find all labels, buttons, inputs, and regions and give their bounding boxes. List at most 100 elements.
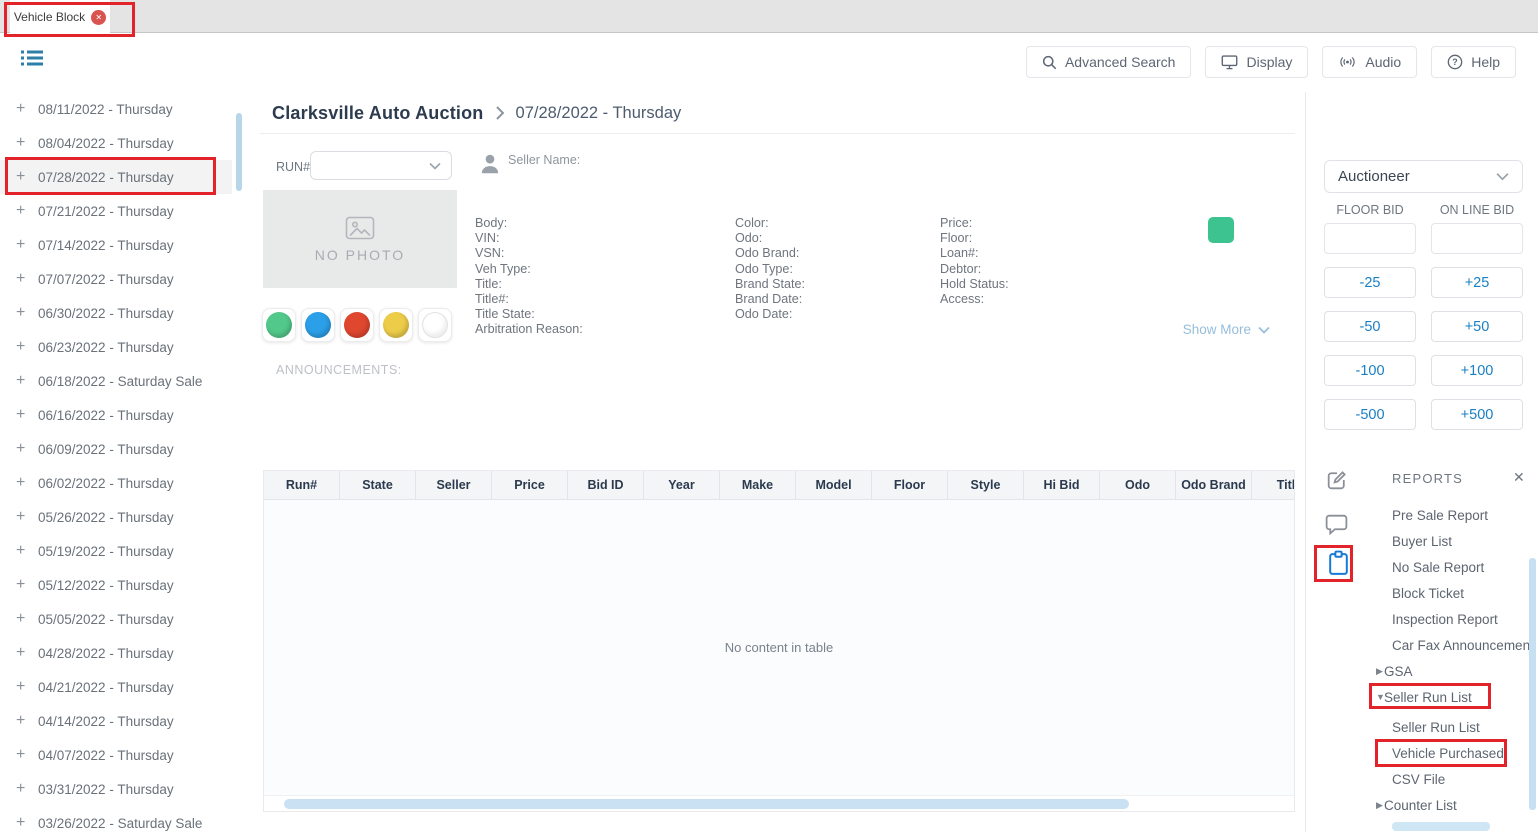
expand-plus-icon[interactable]: + bbox=[16, 305, 38, 321]
online-bid-increment-button[interactable]: +25 bbox=[1431, 267, 1523, 298]
expand-plus-icon[interactable]: + bbox=[16, 509, 38, 525]
floor-bid-decrement-button[interactable]: -500 bbox=[1324, 399, 1416, 430]
table-column-header[interactable]: Price bbox=[492, 471, 568, 499]
expand-plus-icon[interactable]: + bbox=[16, 713, 38, 729]
expand-plus-icon[interactable]: + bbox=[16, 815, 38, 831]
table-column-header[interactable]: Run# bbox=[264, 471, 340, 499]
sidebar-item-sale-date[interactable]: +04/21/2022 - Thursday bbox=[0, 670, 232, 704]
report-item[interactable]: Block Ticket bbox=[1368, 580, 1538, 606]
floor-bid-decrement-button[interactable]: -25 bbox=[1324, 267, 1416, 298]
sidebar-item-sale-date[interactable]: +08/04/2022 - Thursday bbox=[0, 126, 232, 160]
floor-bid-decrement-button[interactable]: -100 bbox=[1324, 355, 1416, 386]
expand-plus-icon[interactable]: + bbox=[16, 169, 38, 185]
sidebar-item-sale-date[interactable]: +03/26/2022 - Saturday Sale bbox=[0, 806, 232, 832]
expand-plus-icon[interactable]: + bbox=[16, 781, 38, 797]
expand-plus-icon[interactable]: + bbox=[16, 101, 38, 117]
table-column-header[interactable]: Model bbox=[796, 471, 872, 499]
expand-plus-icon[interactable]: + bbox=[16, 407, 38, 423]
reports-hscroll-thumb[interactable] bbox=[1392, 822, 1490, 831]
floor-bid-decrement-button[interactable]: -50 bbox=[1324, 311, 1416, 342]
sidebar-item-sale-date[interactable]: +05/12/2022 - Thursday bbox=[0, 568, 232, 602]
expand-plus-icon[interactable]: + bbox=[16, 577, 38, 593]
table-column-header[interactable]: Odo Brand bbox=[1176, 471, 1252, 499]
report-group[interactable]: ▶Counter List bbox=[1368, 792, 1538, 818]
expand-plus-icon[interactable]: + bbox=[16, 645, 38, 661]
table-column-header[interactable]: Bid ID bbox=[568, 471, 644, 499]
sidebar-item-sale-date[interactable]: +06/23/2022 - Thursday bbox=[0, 330, 232, 364]
report-item[interactable]: Seller Run List bbox=[1368, 714, 1538, 740]
clipboard-icon[interactable] bbox=[1327, 550, 1350, 577]
light-button[interactable] bbox=[418, 308, 452, 342]
sidebar-item-sale-date[interactable]: +03/31/2022 - Thursday bbox=[0, 772, 232, 806]
comment-icon[interactable] bbox=[1324, 512, 1349, 535]
sidebar-item-sale-date[interactable]: +06/16/2022 - Thursday bbox=[0, 398, 232, 432]
report-group[interactable]: ▼Seller Run List bbox=[1368, 684, 1538, 710]
sidebar-scrollbar[interactable] bbox=[236, 113, 242, 191]
table-column-header[interactable]: Odo bbox=[1100, 471, 1176, 499]
online-bid-increment-button[interactable]: +100 bbox=[1431, 355, 1523, 386]
expand-plus-icon[interactable]: + bbox=[16, 679, 38, 695]
report-item[interactable]: Buyer List bbox=[1368, 528, 1538, 554]
sidebar-item-sale-date[interactable]: +06/02/2022 - Thursday bbox=[0, 466, 232, 500]
sidebar-item-sale-date[interactable]: +04/14/2022 - Thursday bbox=[0, 704, 232, 738]
light-button[interactable] bbox=[340, 308, 374, 342]
sidebar-item-sale-date[interactable]: +05/19/2022 - Thursday bbox=[0, 534, 232, 568]
expand-plus-icon[interactable]: + bbox=[16, 747, 38, 763]
auctioneer-select[interactable]: Auctioneer bbox=[1324, 160, 1523, 193]
light-button[interactable] bbox=[301, 308, 335, 342]
table-column-header[interactable]: Seller bbox=[416, 471, 492, 499]
table-column-header[interactable]: Hi Bid bbox=[1024, 471, 1100, 499]
sidebar-item-sale-date[interactable]: +05/26/2022 - Thursday bbox=[0, 500, 232, 534]
report-item[interactable]: CSV File bbox=[1368, 766, 1538, 792]
expand-plus-icon[interactable]: + bbox=[16, 237, 38, 253]
help-button[interactable]: ? Help bbox=[1431, 46, 1516, 78]
reports-close-icon[interactable]: ✕ bbox=[1513, 469, 1525, 486]
sidebar-item-sale-date[interactable]: +06/30/2022 - Thursday bbox=[0, 296, 232, 330]
report-item[interactable]: Pre Sale Report bbox=[1368, 502, 1538, 528]
report-item[interactable]: Inspection Report bbox=[1368, 606, 1538, 632]
report-group[interactable]: ▶GSA bbox=[1368, 658, 1538, 684]
expand-plus-icon[interactable]: + bbox=[16, 339, 38, 355]
audio-button[interactable]: Audio bbox=[1322, 46, 1417, 78]
table-column-header[interactable]: Make bbox=[720, 471, 796, 499]
table-column-header[interactable]: Year bbox=[644, 471, 720, 499]
tree-collapsed-icon[interactable]: ▶ bbox=[1368, 666, 1384, 677]
tree-collapsed-icon[interactable]: ▶ bbox=[1368, 800, 1384, 811]
advanced-search-button[interactable]: Advanced Search bbox=[1026, 46, 1192, 78]
run-number-select[interactable] bbox=[310, 151, 452, 180]
expand-plus-icon[interactable]: + bbox=[16, 441, 38, 457]
sidebar-item-sale-date[interactable]: +06/09/2022 - Thursday bbox=[0, 432, 232, 466]
sidebar-item-sale-date[interactable]: +07/28/2022 - Thursday bbox=[0, 160, 232, 194]
tab-close-icon[interactable]: ✕ bbox=[91, 10, 106, 25]
expand-plus-icon[interactable]: + bbox=[16, 475, 38, 491]
expand-plus-icon[interactable]: + bbox=[16, 203, 38, 219]
sidebar-item-sale-date[interactable]: +07/21/2022 - Thursday bbox=[0, 194, 232, 228]
edit-icon[interactable] bbox=[1324, 468, 1349, 493]
table-column-header[interactable]: Floor bbox=[872, 471, 948, 499]
online-bid-input[interactable] bbox=[1431, 223, 1523, 254]
table-column-header[interactable]: State bbox=[340, 471, 416, 499]
show-more-link[interactable]: Show More bbox=[1140, 322, 1270, 337]
expand-plus-icon[interactable]: + bbox=[16, 543, 38, 559]
sidebar-item-sale-date[interactable]: +07/14/2022 - Thursday bbox=[0, 228, 232, 262]
report-item[interactable]: No Sale Report bbox=[1368, 554, 1538, 580]
tree-expanded-icon[interactable]: ▼ bbox=[1368, 692, 1384, 702]
expand-plus-icon[interactable]: + bbox=[16, 135, 38, 151]
sidebar-item-sale-date[interactable]: +06/18/2022 - Saturday Sale bbox=[0, 364, 232, 398]
table-hscroll-thumb[interactable] bbox=[284, 799, 1129, 809]
menu-icon[interactable] bbox=[20, 48, 44, 70]
expand-plus-icon[interactable]: + bbox=[16, 373, 38, 389]
sidebar-item-sale-date[interactable]: +07/07/2022 - Thursday bbox=[0, 262, 232, 296]
expand-plus-icon[interactable]: + bbox=[16, 271, 38, 287]
expand-plus-icon[interactable]: + bbox=[16, 611, 38, 627]
reports-vscroll-thumb[interactable] bbox=[1529, 558, 1536, 810]
table-hscroll-track[interactable] bbox=[264, 795, 1294, 811]
table-column-header[interactable]: Style bbox=[948, 471, 1024, 499]
online-bid-increment-button[interactable]: +500 bbox=[1431, 399, 1523, 430]
light-button[interactable] bbox=[262, 308, 296, 342]
sidebar-item-sale-date[interactable]: +08/11/2022 - Thursday bbox=[0, 92, 232, 126]
online-bid-increment-button[interactable]: +50 bbox=[1431, 311, 1523, 342]
sidebar-item-sale-date[interactable]: +04/07/2022 - Thursday bbox=[0, 738, 232, 772]
light-button[interactable] bbox=[379, 308, 413, 342]
tab-vehicle-block[interactable]: Vehicle Block ✕ bbox=[10, 0, 110, 34]
